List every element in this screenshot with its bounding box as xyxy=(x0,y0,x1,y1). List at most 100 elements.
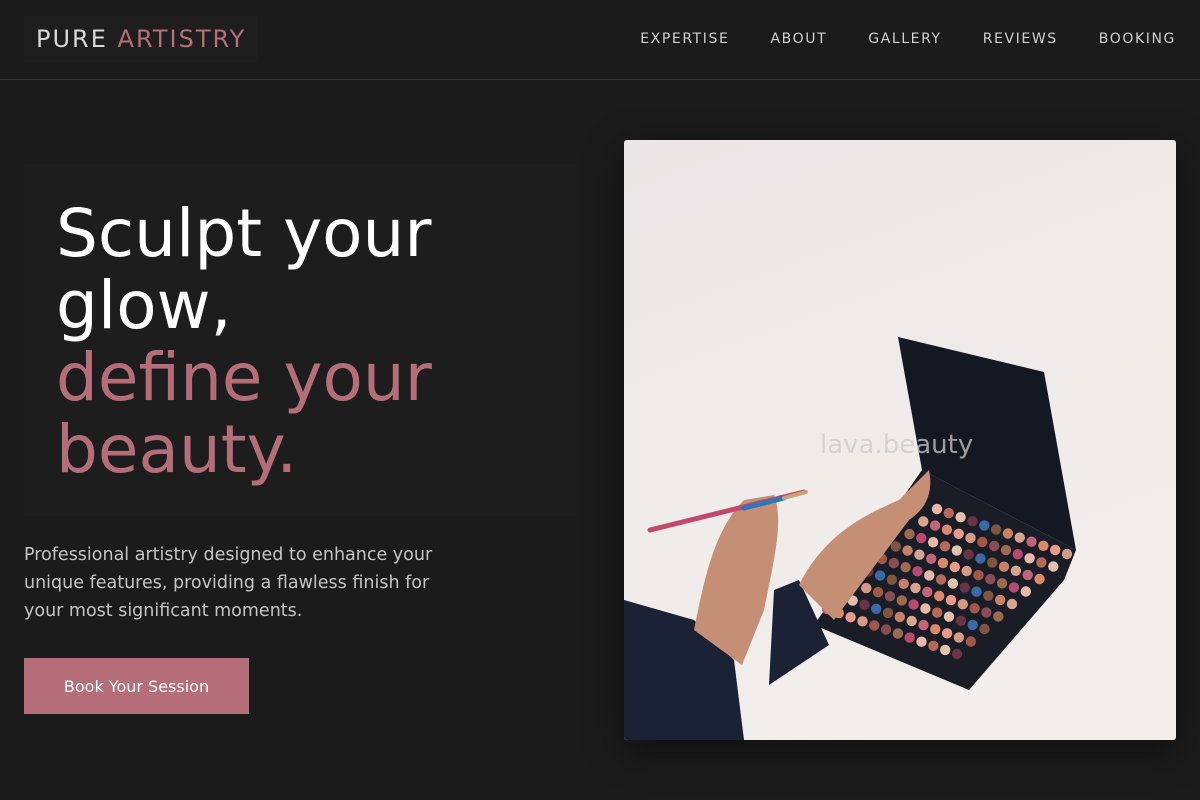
eyeshadow-swatch xyxy=(1022,569,1033,581)
eyeshadow-swatch xyxy=(882,607,894,619)
eyeshadow-swatch xyxy=(918,619,929,631)
eyeshadow-swatch xyxy=(1006,598,1018,610)
eyeshadow-swatch xyxy=(922,586,933,598)
eyeshadow-swatch xyxy=(894,611,905,623)
eyeshadow-swatch xyxy=(1020,586,1031,597)
eyeshadow-swatch xyxy=(940,644,951,656)
eyeshadow-swatch xyxy=(969,603,980,614)
eyeshadow-swatch xyxy=(953,528,964,539)
eyeshadow-swatch xyxy=(943,507,954,519)
brand-logo[interactable]: PURE ARTISTRY xyxy=(24,16,259,62)
eyeshadow-swatch xyxy=(914,549,925,560)
eyeshadow-swatch xyxy=(892,628,904,639)
eyeshadow-swatch xyxy=(910,582,921,594)
eyeshadow-swatch xyxy=(949,561,960,573)
eyeshadow-swatch xyxy=(961,565,972,577)
eyeshadow-swatch xyxy=(924,570,935,581)
eyeshadow-swatch xyxy=(1034,573,1045,585)
eyeshadow-swatch xyxy=(916,532,927,544)
eyeshadow-swatch xyxy=(932,607,943,618)
eyeshadow-swatch xyxy=(927,537,939,548)
eyeshadow-swatch xyxy=(861,582,872,594)
eyeshadow-swatch xyxy=(880,624,892,635)
eyeshadow-swatch xyxy=(934,590,945,602)
eyeshadow-swatch xyxy=(981,607,992,618)
eyeshadow-swatch xyxy=(912,566,923,577)
eyeshadow-swatch xyxy=(995,594,1006,606)
eyeshadow-swatch xyxy=(1000,544,1012,556)
headline-line-1: Sculpt your xyxy=(56,195,432,272)
eyeshadow-swatch xyxy=(890,541,901,552)
eyeshadow-swatch xyxy=(888,557,899,569)
eyeshadow-swatch xyxy=(869,620,880,631)
eyeshadow-swatch xyxy=(941,524,953,535)
eyeshadow-swatch xyxy=(996,578,1008,589)
eyeshadow-swatch xyxy=(916,636,927,647)
headline-line-2: glow, xyxy=(56,267,232,344)
eyeshadow-swatch xyxy=(930,624,941,635)
eyeshadow-swatch xyxy=(1008,582,1020,593)
eyeshadow-swatch xyxy=(993,611,1004,622)
makeup-palette-illustration: lava.beauty xyxy=(624,337,1076,740)
eyeshadow-swatch xyxy=(979,520,990,531)
hero-image: lava.beauty xyxy=(624,140,1176,740)
eyeshadow-swatch xyxy=(1012,549,1023,560)
eyeshadow-swatch xyxy=(884,591,896,602)
eyeshadow-swatch xyxy=(941,628,953,639)
book-session-button[interactable]: Book Your Session xyxy=(24,658,249,714)
eyeshadow-swatch xyxy=(951,545,962,556)
nav-item-about[interactable]: ABOUT xyxy=(770,30,827,48)
eyeshadow-swatch xyxy=(1038,540,1049,551)
hero-headline: Sculpt your glow, define your beauty. xyxy=(56,198,556,486)
eyeshadow-swatch xyxy=(979,623,990,635)
brand-name-part1: PURE xyxy=(36,25,108,53)
nav-item-gallery[interactable]: GALLERY xyxy=(868,30,941,48)
eyeshadow-swatch xyxy=(957,599,968,610)
eyeshadow-swatch xyxy=(967,516,978,527)
eyeshadow-swatch xyxy=(1061,548,1073,560)
eyeshadow-swatch xyxy=(975,553,986,564)
eyeshadow-swatch xyxy=(871,603,882,614)
eyeshadow-swatch xyxy=(896,595,907,606)
nav-item-booking[interactable]: BOOKING xyxy=(1099,30,1176,48)
eyeshadow-swatch xyxy=(967,619,978,631)
site-header: PURE ARTISTRY EXPERTISE ABOUT GALLERY RE… xyxy=(0,0,1200,80)
eyeshadow-swatch xyxy=(904,528,915,540)
eyeshadow-swatch xyxy=(874,570,886,581)
eyeshadow-swatch xyxy=(998,561,1010,572)
eyeshadow-swatch xyxy=(1010,565,1022,576)
eyeshadow-swatch xyxy=(953,632,965,643)
eyeshadow-swatch xyxy=(857,616,868,627)
eyeshadow-swatch xyxy=(1014,532,1025,543)
eyeshadow-swatch xyxy=(951,648,963,660)
nav-item-reviews[interactable]: REVIEWS xyxy=(983,30,1058,48)
eyeshadow-swatch xyxy=(928,640,939,651)
eyeshadow-swatch xyxy=(1026,536,1037,547)
eyeshadow-swatch xyxy=(983,590,994,601)
eyeshadow-swatch xyxy=(898,578,909,589)
eyeshadow-swatch xyxy=(973,569,984,581)
eyeshadow-swatch xyxy=(1024,553,1035,564)
eyeshadow-swatch xyxy=(1050,544,1061,556)
nav-item-expertise[interactable]: EXPERTISE xyxy=(640,30,729,48)
eyeshadow-swatch xyxy=(955,512,966,523)
eyeshadow-swatch xyxy=(859,599,870,610)
eyeshadow-swatch xyxy=(918,516,929,527)
eyeshadow-swatch xyxy=(900,562,911,573)
eyeshadow-swatch xyxy=(955,615,967,626)
eyeshadow-swatch xyxy=(906,615,917,627)
eyeshadow-swatch xyxy=(1036,557,1047,568)
brand-name-part2: ARTISTRY xyxy=(117,25,247,53)
eyeshadow-swatch xyxy=(990,524,1002,535)
eyeshadow-swatch xyxy=(1002,528,1014,539)
eyeshadow-swatch xyxy=(989,540,1000,552)
eyeshadow-swatch xyxy=(963,549,974,560)
eyeshadow-swatch xyxy=(977,536,988,548)
eyeshadow-swatch xyxy=(987,557,998,568)
eyeshadow-swatch xyxy=(945,594,957,606)
eyeshadow-swatch xyxy=(929,520,941,531)
eyeshadow-swatch xyxy=(971,586,982,597)
eyeshadow-swatch xyxy=(920,603,931,614)
hero-description: Professional artistry designed to enhanc… xyxy=(24,545,433,621)
eyeshadow-swatch xyxy=(935,574,947,585)
